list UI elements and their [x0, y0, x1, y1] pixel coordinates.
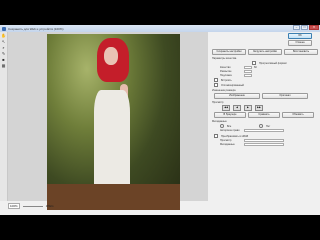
color-preview-select[interactable]	[244, 139, 284, 142]
last-frame-button[interactable]: ▶▶	[255, 105, 263, 111]
eyedropper-icon[interactable]: ✎	[1, 51, 6, 56]
load-settings-button[interactable]: Загрузить настройки	[248, 49, 282, 55]
matte-input[interactable]	[244, 74, 252, 77]
srgb-label: Преобразовать в sRGB	[221, 134, 249, 138]
quality-value: 60	[254, 66, 257, 69]
size-original-button[interactable]: Оригинал	[262, 93, 308, 99]
color-preview-label: Просмотр	[220, 139, 232, 142]
zoom-level[interactable]: 100%	[8, 203, 20, 209]
metadata-label: Метаданные	[220, 143, 235, 146]
window-title: Сохранить для Web и устройств (100%)	[8, 26, 64, 31]
progressive-checkbox[interactable]	[252, 61, 256, 65]
radio-all[interactable]	[220, 124, 224, 128]
window-controls: – □ ✕	[292, 25, 319, 31]
photo-face	[104, 47, 118, 65]
radio-all-label: Все	[227, 124, 232, 128]
copyright-input[interactable]	[244, 129, 284, 132]
maximize-button[interactable]: □	[301, 25, 308, 30]
compare-button[interactable]: Сравнить	[248, 112, 280, 118]
section-quality: Параметры качества	[212, 57, 237, 60]
copyright-label: Авторское право	[220, 129, 240, 132]
slice-select-icon[interactable]: ↖	[1, 39, 6, 44]
quality-label: Качество	[220, 66, 231, 69]
blur-input[interactable]	[244, 70, 252, 73]
status-bar: 100% JPEG	[8, 203, 208, 209]
toggle-slices-icon[interactable]: ▦	[1, 63, 6, 68]
settings-panel: OK Отмена Сохранить настройки Загрузить …	[210, 32, 320, 215]
matte-label: Подложка	[220, 74, 232, 77]
section-resize: Изменение размера	[212, 89, 236, 92]
minimize-button[interactable]: –	[293, 25, 300, 30]
embed-checkbox[interactable]	[214, 78, 218, 82]
color-swatch-icon[interactable]: ■	[1, 57, 6, 62]
size-image-button[interactable]: Изображение	[214, 93, 260, 99]
ok-button[interactable]: OK	[288, 33, 312, 39]
embed-label: Встроить	[221, 78, 232, 82]
status-info: JPEG	[45, 204, 54, 208]
save-for-web-dialog: Сохранить для Web и устройств (100%) – □…	[0, 25, 320, 215]
srgb-checkbox[interactable]	[214, 134, 218, 138]
section-metadata: Метаданные	[212, 120, 227, 123]
refresh-button[interactable]: Обновить	[282, 112, 314, 118]
first-frame-button[interactable]: ◀◀	[222, 105, 230, 111]
radio-none[interactable]	[259, 124, 263, 128]
next-frame-button[interactable]: ▶	[244, 105, 252, 111]
blur-label: Размытие	[220, 70, 232, 73]
save-settings-button[interactable]: Сохранить настройки	[212, 49, 246, 55]
optimized-label: Оптимизированный	[221, 83, 244, 87]
section-preview: Просмотр	[212, 101, 224, 104]
preview-canvas[interactable]	[8, 32, 208, 210]
app-icon	[2, 26, 6, 31]
radio-none-label: Нет	[266, 124, 271, 128]
prev-frame-button[interactable]: ◀	[233, 105, 241, 111]
close-button[interactable]: ✕	[309, 25, 319, 30]
tool-palette: ✋ ↖ ⌕ ✎ ■ ▦	[0, 32, 8, 201]
restore-button[interactable]: Восстановить	[284, 49, 318, 55]
cancel-button[interactable]: Отмена	[288, 40, 312, 46]
zoom-slider[interactable]	[22, 205, 43, 207]
title-bar: Сохранить для Web и устройств (100%) – □…	[0, 25, 320, 32]
quality-input[interactable]	[244, 66, 252, 69]
preview-photo	[47, 34, 180, 210]
browser-preview-button[interactable]: В браузере	[214, 112, 246, 118]
progressive-label: Прогрессивный формат	[259, 61, 287, 65]
zoom-icon[interactable]: ⌕	[1, 45, 6, 50]
hand-icon[interactable]: ✋	[1, 33, 6, 38]
optimized-checkbox[interactable]	[214, 83, 218, 87]
metadata-select[interactable]	[244, 143, 284, 146]
letterbox-bottom	[0, 215, 320, 240]
